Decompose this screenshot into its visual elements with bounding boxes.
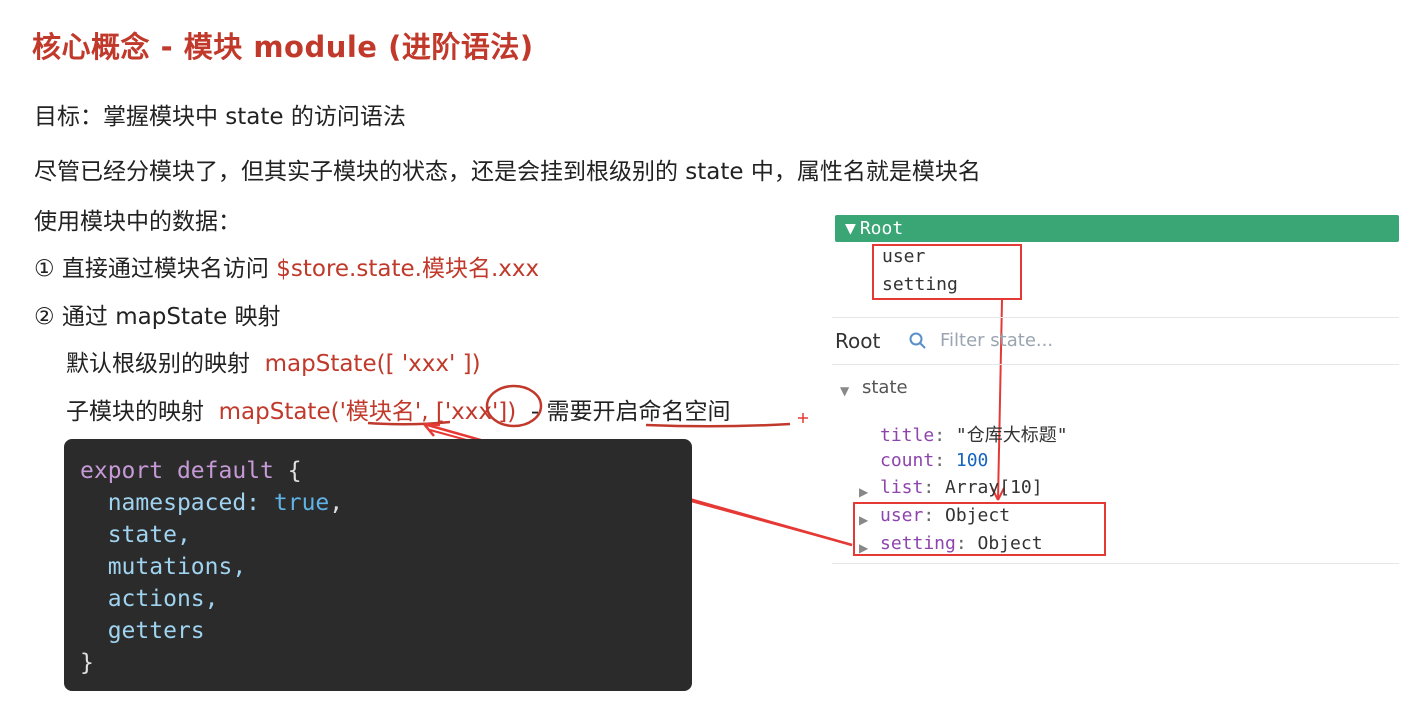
state-section-label: state bbox=[862, 377, 908, 398]
highlight-box-tree bbox=[872, 244, 1022, 300]
divider-2 bbox=[832, 364, 1399, 365]
code-line-2: namespaced: true, bbox=[107, 490, 344, 516]
highlight-box-state bbox=[853, 502, 1106, 556]
caret-down-icon: ▼ bbox=[845, 218, 856, 239]
code-block: export default { namespaced: true, state… bbox=[64, 439, 692, 691]
section-caret-icon[interactable]: ▼ bbox=[840, 380, 849, 399]
inspector-title: Root bbox=[835, 329, 881, 353]
tree-root-label: Root bbox=[859, 218, 904, 239]
code-line-3: state, bbox=[107, 522, 191, 548]
search-icon bbox=[908, 331, 928, 355]
tree-root-row[interactable]: ▼ Root bbox=[835, 215, 1399, 242]
divider bbox=[832, 317, 1399, 318]
code-line-6: getters bbox=[107, 618, 205, 644]
plus-mark bbox=[798, 413, 808, 423]
state-item-list[interactable]: list: Array[10] bbox=[880, 477, 1043, 498]
code-line-5: actions, bbox=[107, 586, 219, 612]
state-item-title[interactable]: title: "仓库大标题" bbox=[880, 421, 1068, 447]
state-item-count[interactable]: count: 100 bbox=[880, 450, 988, 471]
divider-3 bbox=[832, 563, 1399, 564]
expand-list-icon[interactable]: ▶ bbox=[859, 481, 868, 500]
code-line-7: } bbox=[80, 650, 94, 676]
code-line-4: mutations, bbox=[107, 554, 247, 580]
code-line-1: export default { bbox=[80, 458, 302, 484]
underline-namespace bbox=[645, 422, 791, 428]
filter-state-input[interactable]: Filter state... bbox=[940, 330, 1053, 351]
circle-xxx bbox=[485, 384, 543, 428]
